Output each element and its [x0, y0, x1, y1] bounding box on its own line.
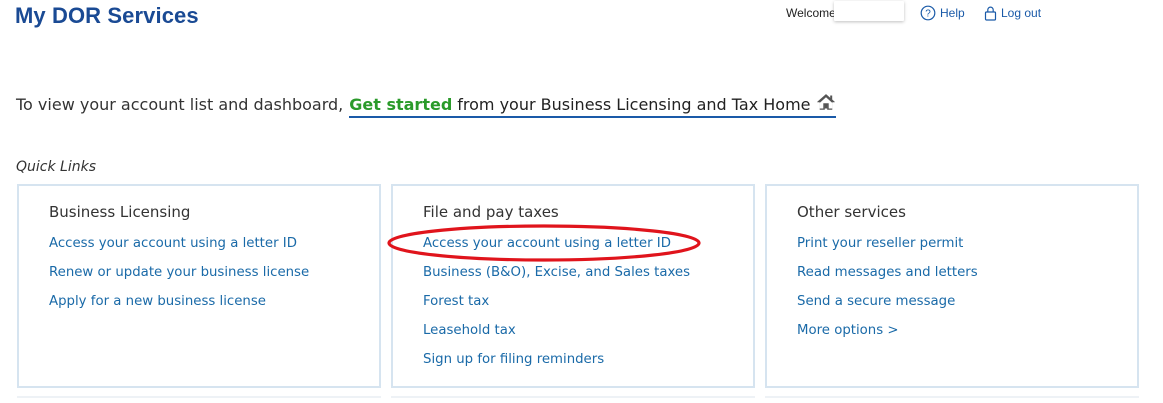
welcome-user-name: [834, 1, 904, 21]
card-title: File and pay taxes: [423, 203, 559, 221]
svg-text:?: ?: [925, 9, 931, 20]
intro-text: To view your account list and dashboard,…: [16, 92, 836, 118]
divider: [765, 396, 1139, 403]
card-title: Business Licensing: [49, 203, 191, 221]
link-more-options[interactable]: More options >: [797, 323, 899, 338]
link-apply-business-license[interactable]: Apply for a new business license: [49, 294, 266, 309]
link-read-messages-letters[interactable]: Read messages and letters: [797, 265, 978, 280]
card-other-services: Other services Print your reseller permi…: [765, 184, 1139, 388]
list-item: Forest tax: [423, 294, 690, 323]
logout-label[interactable]: Log out: [1001, 6, 1041, 20]
list-item: More options >: [797, 323, 978, 352]
card-link-list: Access your account using a letter ID Bu…: [423, 236, 690, 381]
divider: [391, 396, 755, 403]
card-file-and-pay-taxes: File and pay taxes Access your account u…: [391, 184, 755, 388]
card-business-licensing: Business Licensing Access your account u…: [17, 184, 381, 388]
get-started-link[interactable]: Get started from your Business Licensing…: [349, 92, 836, 118]
link-business-excise-sales-taxes[interactable]: Business (B&O), Excise, and Sales taxes: [423, 265, 690, 280]
list-item: Renew or update your business license: [49, 265, 309, 294]
lock-icon: [984, 6, 997, 21]
help-label[interactable]: Help: [940, 6, 965, 20]
list-item: Access your account using a letter ID: [423, 236, 690, 265]
link-renew-business-license[interactable]: Renew or update your business license: [49, 265, 309, 280]
list-item: Leasehold tax: [423, 323, 690, 352]
intro-prefix: To view your account list and dashboard,: [16, 95, 344, 114]
list-item: Send a secure message: [797, 294, 978, 323]
list-item: Print your reseller permit: [797, 236, 978, 265]
page-title: My DOR Services: [15, 3, 199, 28]
quick-links-heading: Quick Links: [16, 159, 97, 175]
list-item: Read messages and letters: [797, 265, 978, 294]
list-item: Business (B&O), Excise, and Sales taxes: [423, 265, 690, 294]
link-filing-reminders[interactable]: Sign up for filing reminders: [423, 352, 604, 367]
card-link-list: Print your reseller permit Read messages…: [797, 236, 978, 352]
help-link[interactable]: ? Help: [920, 5, 965, 21]
question-circle-icon: ?: [920, 5, 936, 21]
link-forest-tax[interactable]: Forest tax: [423, 294, 489, 309]
link-print-reseller-permit[interactable]: Print your reseller permit: [797, 236, 963, 251]
welcome-label: Welcome: [786, 6, 836, 20]
logout-link[interactable]: Log out: [984, 5, 1041, 21]
card-title: Other services: [797, 203, 906, 221]
list-item: Access your account using a letter ID: [49, 236, 309, 265]
link-leasehold-tax[interactable]: Leasehold tax: [423, 323, 516, 338]
link-send-secure-message[interactable]: Send a secure message: [797, 294, 955, 309]
card-link-list: Access your account using a letter ID Re…: [49, 236, 309, 323]
list-item: Apply for a new business license: [49, 294, 309, 323]
divider: [17, 396, 381, 403]
get-started-rest[interactable]: from your Business Licensing and Tax Hom…: [457, 95, 810, 114]
list-item: Sign up for filing reminders: [423, 352, 690, 381]
link-access-account-letter-id[interactable]: Access your account using a letter ID: [49, 236, 297, 251]
get-started-highlight[interactable]: Get started: [349, 95, 452, 114]
home-icon: [816, 94, 835, 110]
link-access-account-letter-id[interactable]: Access your account using a letter ID: [423, 236, 671, 251]
